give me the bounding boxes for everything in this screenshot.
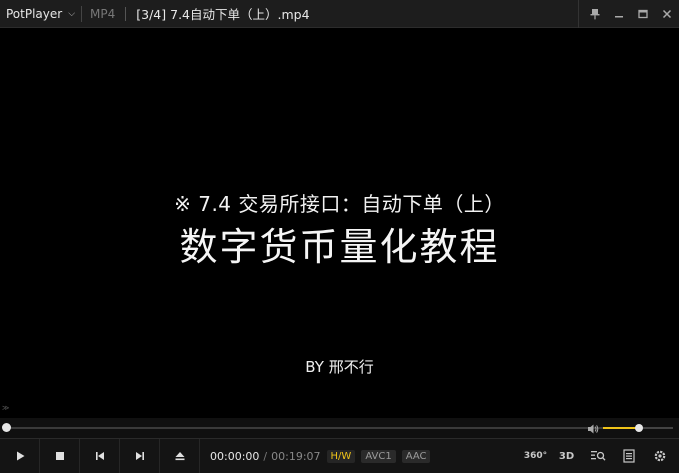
volume-level-fill	[603, 427, 640, 429]
playlist-icon	[622, 449, 635, 463]
window-controls-divider	[578, 0, 579, 28]
stop-button[interactable]	[40, 439, 80, 473]
3d-button[interactable]: 3D	[551, 439, 582, 473]
total-time: 00:19:07	[271, 449, 321, 463]
next-button[interactable]	[120, 439, 160, 473]
volume-icon[interactable]	[586, 421, 600, 435]
minimize-button[interactable]	[607, 0, 631, 28]
subtitle-line-1: ※ 7.4 交易所接口：自动下单（上）	[174, 192, 505, 216]
subtitle-line-3: BY 邢不行	[305, 358, 374, 376]
skip-previous-icon	[95, 452, 104, 460]
video-display[interactable]: ※ 7.4 交易所接口：自动下单（上） 数字货币量化教程 BY 邢不行 ≫	[0, 28, 679, 418]
seek-bar-area	[0, 418, 679, 438]
maximize-icon	[638, 9, 648, 19]
seek-bar[interactable]	[2, 423, 673, 432]
hardware-decoding-toggle[interactable]: H/W	[326, 449, 356, 463]
magnifier-list-icon	[590, 451, 606, 461]
subtitle-line-2: 数字货币量化教程	[179, 225, 500, 269]
close-button[interactable]	[655, 0, 679, 28]
app-name: PotPlayer	[6, 6, 63, 21]
title-divider	[125, 6, 127, 21]
previous-button[interactable]	[80, 439, 120, 473]
video-adjust-button[interactable]	[582, 439, 613, 473]
file-title: [3/4] 7.4自动下单（上）.mp4	[136, 7, 310, 22]
audio-codec-badge[interactable]: AAC	[401, 449, 431, 463]
maximize-button[interactable]	[631, 0, 655, 28]
corner-marker-icon: ≫	[2, 404, 10, 412]
current-time: 00:00:00	[210, 449, 260, 463]
play-icon	[16, 451, 24, 461]
main-menu-button[interactable]: PotPlayer ⌵	[0, 0, 81, 28]
seek-thumb[interactable]	[2, 423, 11, 432]
minimize-icon	[615, 16, 623, 18]
volume-thumb[interactable]	[635, 424, 644, 432]
pin-icon	[590, 9, 600, 20]
eject-icon	[175, 452, 184, 461]
volume-slider[interactable]	[603, 424, 673, 432]
video-codec-badge[interactable]: AVC1	[361, 449, 396, 463]
play-button[interactable]	[0, 439, 40, 473]
control-bar: 00:00:00 / 00:19:07 H/W AVC1 AAC 360° 3D	[0, 438, 679, 473]
title-bar: PotPlayer ⌵ MP4 [3/4] 7.4自动下单（上）.mp4	[0, 0, 679, 28]
format-label: MP4	[90, 6, 116, 21]
speaker-icon	[588, 424, 599, 434]
window-controls	[578, 0, 679, 28]
right-controls: 360° 3D	[520, 439, 675, 473]
time-separator: /	[263, 449, 268, 463]
eject-button[interactable]	[160, 439, 200, 473]
stop-icon	[55, 452, 64, 460]
skip-next-icon	[135, 452, 144, 460]
playlist-button[interactable]	[613, 439, 644, 473]
vr-360-button[interactable]: 360°	[520, 439, 551, 473]
settings-button[interactable]	[644, 439, 675, 473]
gear-icon	[654, 450, 665, 462]
pin-button[interactable]	[583, 0, 607, 28]
chevron-down-icon: ⌵	[68, 8, 76, 19]
time-display: 00:00:00 / 00:19:07 H/W AVC1 AAC	[210, 449, 431, 463]
close-icon	[662, 9, 672, 19]
